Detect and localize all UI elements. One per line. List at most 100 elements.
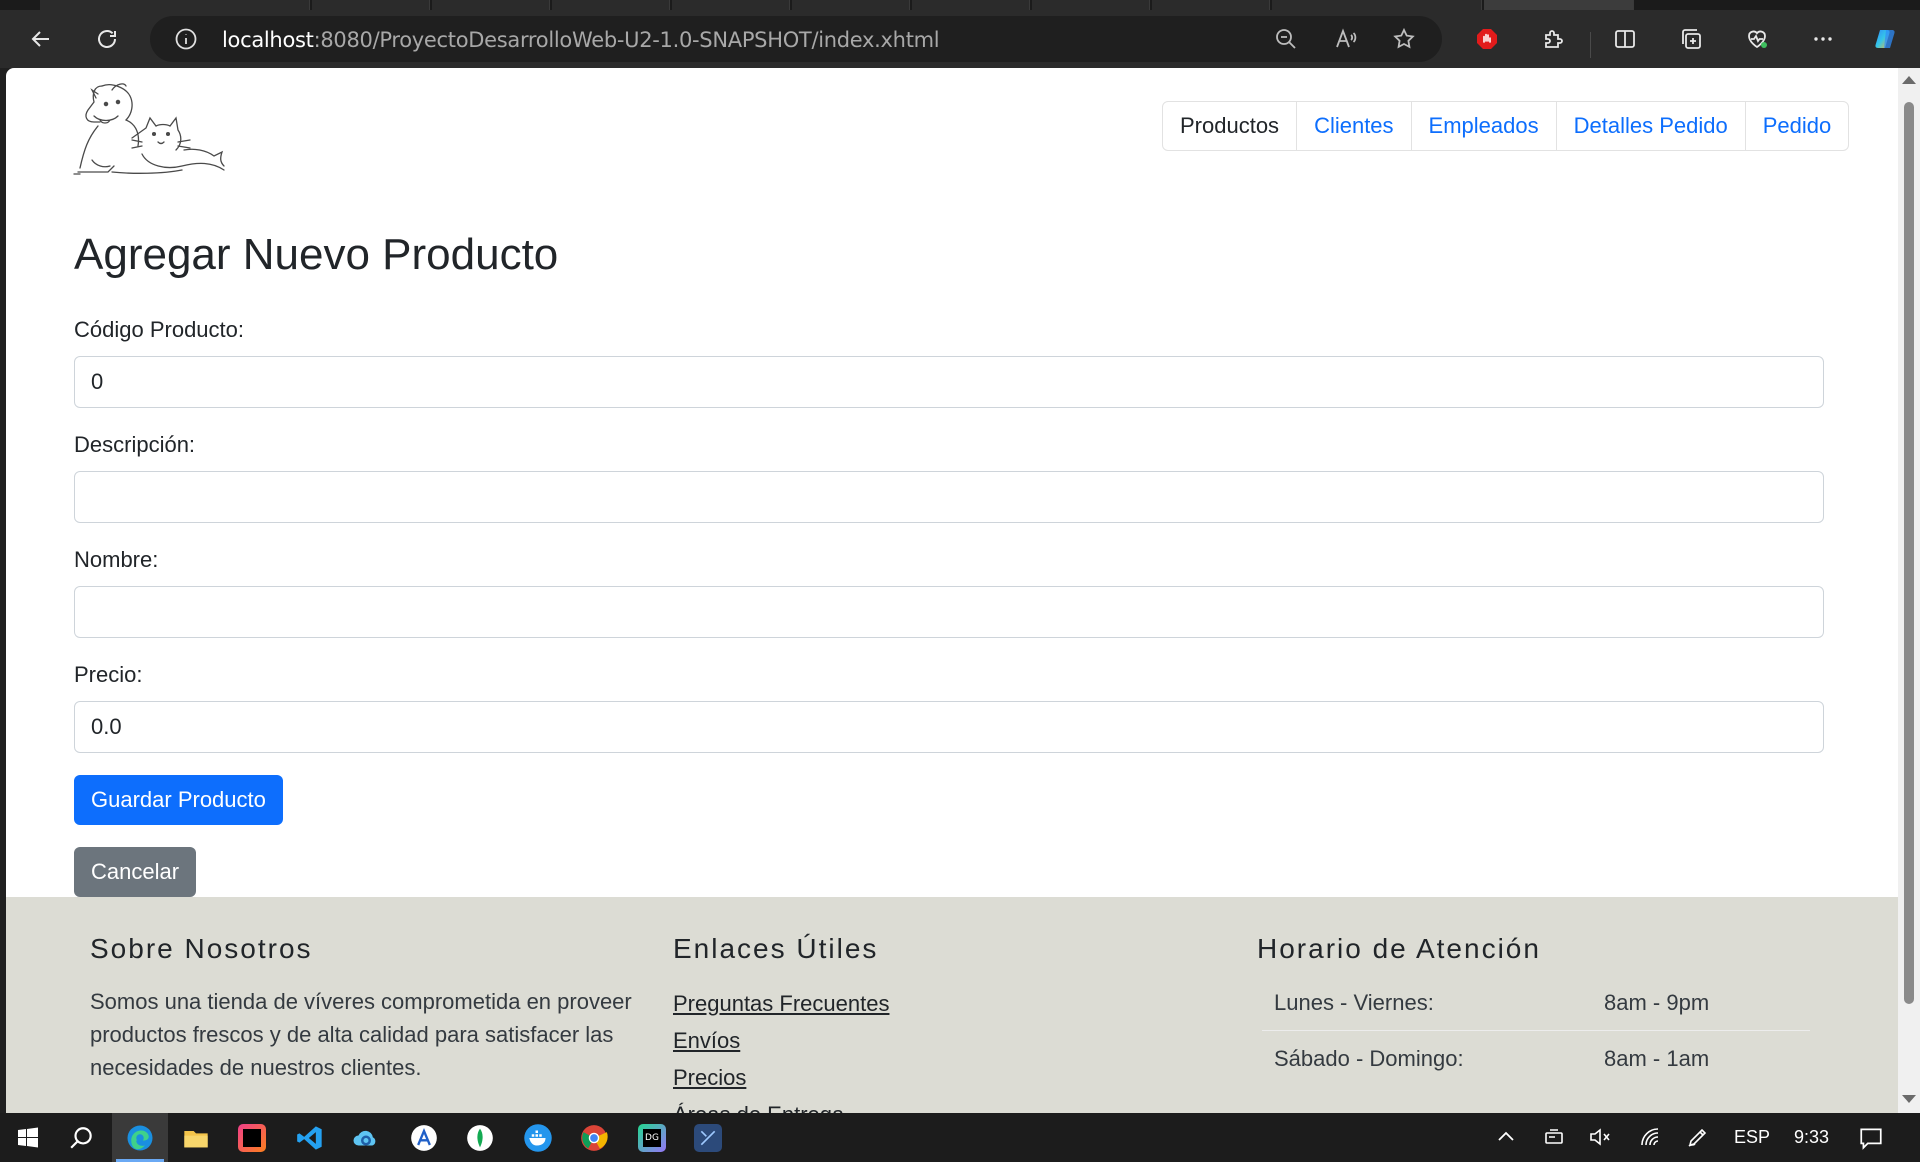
descripcion-input[interactable]	[74, 471, 1824, 523]
hours-table: Lunes - Viernes: 8am - 9pm Sábado - Domi…	[1262, 975, 1810, 1087]
codigo-producto-label: Código Producto:	[74, 317, 244, 342]
nombre-label: Nombre:	[74, 547, 159, 572]
taskbar-intellij[interactable]	[224, 1113, 280, 1162]
more-horizontal-icon	[1814, 37, 1832, 41]
browser-tab[interactable]	[312, 0, 430, 10]
folder-icon	[184, 1130, 208, 1147]
adblock-extension-button[interactable]	[1468, 20, 1506, 58]
hours-row: Lunes - Viernes: 8am - 9pm	[1262, 975, 1810, 1031]
battery-icon[interactable]	[1542, 1125, 1566, 1149]
info-icon[interactable]	[174, 27, 198, 51]
descripcion-label: Descripción:	[74, 432, 196, 457]
browser-tab[interactable]	[552, 0, 670, 10]
link-precios[interactable]: Precios	[673, 1059, 889, 1096]
link-envios[interactable]: Envíos	[673, 1022, 889, 1059]
search-button[interactable]	[54, 1113, 110, 1162]
hours-day: Lunes - Viernes:	[1274, 989, 1434, 1015]
precio-input[interactable]	[74, 701, 1824, 753]
scrollbar-thumb[interactable]	[1904, 102, 1914, 1004]
copilot-icon	[1875, 30, 1895, 48]
hand-stop-icon	[1477, 29, 1497, 49]
heart-pulse-icon	[1748, 30, 1767, 49]
page-title: Agregar Nuevo Producto	[74, 230, 559, 279]
chevron-up-icon[interactable]	[1494, 1125, 1518, 1149]
settings-menu-button[interactable]	[1804, 20, 1842, 58]
browser-tab[interactable]	[40, 0, 310, 10]
taskbar-mongodb[interactable]	[452, 1113, 508, 1162]
links-heading: Enlaces Útiles	[673, 933, 879, 964]
start-button[interactable]	[0, 1113, 56, 1162]
arrow-left-icon	[31, 31, 49, 47]
browser-tab[interactable]	[792, 0, 910, 10]
language-indicator[interactable]: ESP	[1734, 1113, 1770, 1162]
clock[interactable]: 9:33	[1794, 1113, 1829, 1162]
split-screen-button[interactable]	[1606, 20, 1644, 58]
browser-toolbar: localhost:8080/ProyectoDesarrolloWeb-U2-…	[0, 10, 1920, 68]
scroll-up-arrow[interactable]	[1902, 76, 1916, 84]
datagrip-icon: DG	[638, 1123, 666, 1152]
link-preguntas-frecuentes[interactable]: Preguntas Frecuentes	[673, 985, 889, 1022]
browser-tab[interactable]	[1032, 0, 1150, 10]
taskbar-datagrip[interactable]: DG	[624, 1113, 680, 1162]
extensions-button[interactable]	[1534, 20, 1572, 58]
windows-taskbar: DG ESP 9:33	[0, 1113, 1920, 1162]
taskbar-app-a[interactable]	[396, 1113, 452, 1162]
nav-item-pedido[interactable]: Pedido	[1744, 102, 1849, 150]
page-footer: Sobre Nosotros Somos una tienda de víver…	[6, 897, 1898, 1113]
chrome-icon	[581, 1124, 608, 1151]
split-screen-icon	[1615, 30, 1635, 48]
browser-tab[interactable]	[432, 0, 550, 10]
nav-item-detalles-pedido[interactable]: Detalles Pedido	[1555, 102, 1745, 150]
browser-tab[interactable]	[1152, 0, 1270, 10]
taskbar-azure-data-studio[interactable]	[338, 1113, 394, 1162]
zoom-out-icon[interactable]	[1274, 27, 1298, 51]
refresh-button[interactable]	[88, 20, 126, 58]
wifi-icon[interactable]	[1638, 1125, 1662, 1149]
pen-icon[interactable]	[1686, 1125, 1710, 1149]
taskbar-chrome[interactable]	[566, 1113, 622, 1162]
about-text: Somos una tienda de víveres comprometida…	[90, 989, 632, 1080]
hours-day: Sábado - Domingo:	[1274, 1046, 1464, 1071]
codigo-producto-input[interactable]	[74, 356, 1824, 408]
hours-time: 8am - 1am	[1604, 1046, 1710, 1071]
copilot-button[interactable]	[1866, 20, 1904, 58]
notifications-icon[interactable]	[1858, 1125, 1884, 1151]
taskbar-edge[interactable]	[112, 1113, 168, 1162]
taskbar-docker[interactable]	[510, 1113, 566, 1162]
nav-item-clientes[interactable]: Clientes	[1296, 102, 1410, 150]
cancel-button[interactable]: Cancelar	[74, 847, 197, 897]
save-product-button[interactable]: Guardar Producto	[74, 775, 283, 825]
browser-tab-active[interactable]	[1484, 0, 1634, 10]
taskbar-file-explorer[interactable]	[168, 1113, 224, 1162]
vertical-scrollbar[interactable]	[1898, 68, 1920, 1113]
dog-and-cat-logo[interactable]	[72, 76, 232, 178]
about-heading: Sobre Nosotros	[90, 933, 313, 964]
volume-muted-icon[interactable]	[1588, 1125, 1612, 1149]
read-aloud-icon[interactable]	[1334, 27, 1358, 51]
browser-tab[interactable]	[1272, 0, 1482, 10]
address-bar[interactable]: localhost:8080/ProyectoDesarrolloWeb-U2-…	[150, 16, 1442, 62]
favorite-star-icon[interactable]	[1392, 27, 1416, 51]
taskbar-vscode[interactable]	[282, 1113, 338, 1162]
database-tool-icon	[694, 1123, 722, 1152]
url-text[interactable]: localhost:8080/ProyectoDesarrolloWeb-U2-…	[222, 28, 940, 52]
intellij-icon	[238, 1123, 266, 1152]
back-button[interactable]	[22, 20, 60, 58]
taskbar-ssms[interactable]	[680, 1113, 736, 1162]
browser-tab[interactable]	[672, 0, 790, 10]
browser-tab[interactable]	[912, 0, 1030, 10]
page-viewport: Productos Clientes Empleados Detalles Pe…	[6, 68, 1920, 1113]
nav-item-productos[interactable]: Productos	[1163, 102, 1296, 150]
hours-heading: Horario de Atención	[1257, 933, 1541, 964]
app-a-icon	[411, 1124, 437, 1151]
main-nav: Productos Clientes Empleados Detalles Pe…	[1162, 101, 1850, 151]
browser-tab-strip	[0, 0, 1920, 10]
scroll-down-arrow[interactable]	[1902, 1095, 1916, 1103]
nombre-input[interactable]	[74, 586, 1824, 638]
nav-item-empleados[interactable]: Empleados	[1410, 102, 1556, 150]
cloud-gear-icon	[353, 1130, 376, 1145]
collections-button[interactable]	[1672, 20, 1710, 58]
browser-essentials-button[interactable]	[1738, 20, 1776, 58]
link-areas-de-entrega[interactable]: Áreas de Entrega	[673, 1096, 889, 1113]
vscode-icon	[297, 1125, 322, 1150]
